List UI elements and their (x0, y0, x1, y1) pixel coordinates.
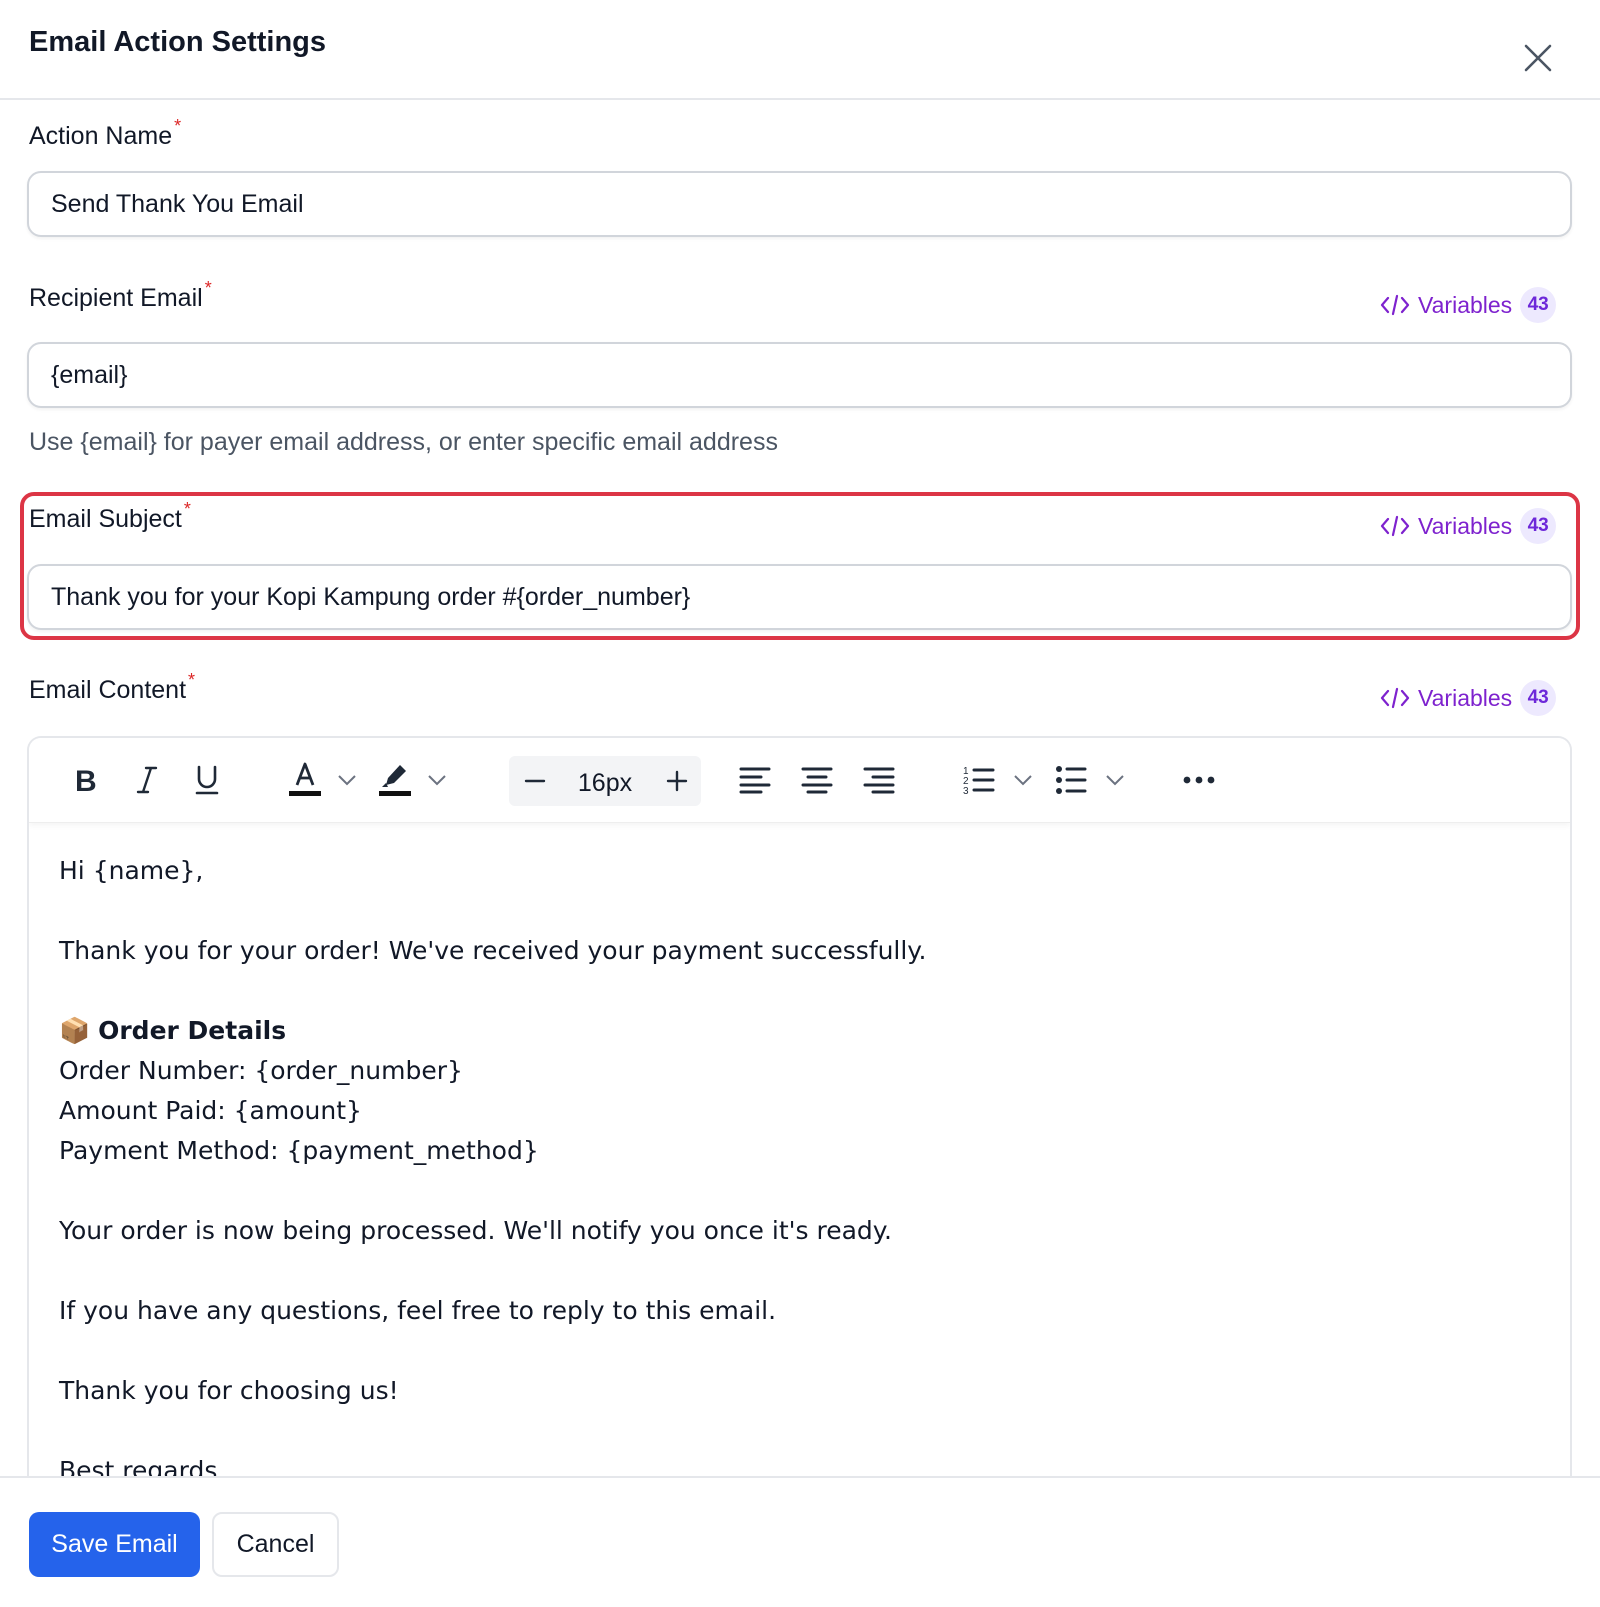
font-size-control: 16px (509, 756, 701, 806)
ordered-list-dropdown[interactable] (1011, 760, 1035, 800)
text-color-button[interactable] (285, 760, 325, 800)
dialog-footer: Save Email Cancel (0, 1476, 1600, 1607)
code-icon (1380, 515, 1410, 537)
bold-button[interactable]: B (65, 760, 105, 800)
order-number-line: Order Number: {order_number} (59, 1056, 463, 1085)
chevron-down-icon (428, 775, 446, 786)
chevron-down-icon (1106, 775, 1124, 786)
increase-font-icon (666, 770, 688, 792)
email-content-label-text: Email Content (29, 676, 187, 704)
more-options-button[interactable] (1179, 760, 1219, 800)
italic-button[interactable] (127, 760, 167, 800)
dialog-title: Email Action Settings (29, 26, 327, 58)
variables-label: Variables (1418, 512, 1513, 539)
action-name-input[interactable]: Send Thank You Email (27, 171, 1572, 237)
text-color-dropdown[interactable] (335, 760, 359, 800)
align-center-button[interactable] (797, 760, 837, 800)
email-content-label: Email Content * (29, 670, 195, 705)
content-greeting: Hi {name}, (59, 856, 204, 885)
text-color-icon (289, 762, 321, 796)
variables-count-badge: 43 (1520, 287, 1557, 323)
amount-paid-line: Amount Paid: {amount} (59, 1096, 362, 1125)
underline-button[interactable] (187, 760, 227, 800)
close-button[interactable] (1518, 38, 1558, 78)
subject-variables-button[interactable]: Variables 43 (1380, 508, 1557, 544)
close-icon (1524, 44, 1552, 72)
cancel-button[interactable]: Cancel (212, 1512, 339, 1577)
email-subject-input[interactable]: Thank you for your Kopi Kampung order #{… (27, 564, 1572, 630)
content-paragraph: Thank you for choosing us! (59, 1376, 399, 1405)
required-mark: * (188, 670, 196, 690)
payment-method-line: Payment Method: {payment_method} (59, 1136, 539, 1165)
content-paragraph: If you have any questions, feel free to … (59, 1296, 777, 1325)
bullet-list-dropdown[interactable] (1103, 760, 1127, 800)
code-icon (1380, 687, 1410, 709)
recipient-email-hint: Use {email} for payer email address, or … (29, 428, 778, 456)
required-mark: * (204, 278, 212, 298)
variables-count-badge: 43 (1520, 680, 1557, 716)
variables-label: Variables (1418, 684, 1513, 711)
ordered-list-button[interactable]: 123 (959, 760, 999, 800)
code-icon (1380, 294, 1410, 316)
action-name-label: Action Name * (29, 116, 181, 151)
package-icon: 📦 (59, 1016, 91, 1045)
editor-content[interactable]: Hi {name}, Thank you for your order! We'… (59, 851, 1539, 1476)
email-subject-label: Email Subject * (29, 499, 191, 534)
required-mark: * (174, 116, 182, 136)
content-signoff: Best regards, (59, 1456, 226, 1476)
order-details-heading-text: Order Details (98, 1016, 287, 1045)
increase-font-button[interactable] (657, 761, 697, 801)
save-email-button[interactable]: Save Email (29, 1512, 200, 1577)
ordered-list-icon: 123 (963, 766, 995, 796)
variables-count-badge: 43 (1520, 508, 1557, 544)
rich-text-editor: B 16px 1 2 3 Hi {name}, Thank you for yo… (27, 736, 1572, 1476)
highlight-dropdown[interactable] (425, 760, 449, 800)
order-details-heading: 📦 Order Details (59, 1011, 1539, 1051)
email-subject-label-text: Email Subject (29, 505, 182, 533)
font-size-value[interactable]: 16px (559, 756, 651, 806)
underline-icon (195, 765, 219, 795)
highlight-icon (379, 765, 411, 796)
chevron-down-icon (1014, 775, 1032, 786)
content-variables-button[interactable]: Variables 43 (1380, 680, 1557, 716)
align-right-button[interactable] (859, 760, 899, 800)
required-mark: * (183, 499, 191, 519)
align-center-icon (801, 767, 833, 794)
align-left-icon (739, 767, 771, 794)
svg-text:B: B (75, 765, 97, 795)
content-paragraph: Thank you for your order! We've received… (59, 936, 927, 965)
bullet-list-button[interactable] (1051, 760, 1091, 800)
editor-toolbar: B 16px 1 2 3 (29, 738, 1570, 823)
chevron-down-icon (338, 775, 356, 786)
dialog-header: Email Action Settings (0, 0, 1600, 100)
action-name-label-text: Action Name (29, 122, 173, 150)
italic-icon (136, 766, 158, 794)
recipient-email-label-text: Recipient Email (29, 284, 203, 312)
decrease-font-icon (524, 779, 546, 783)
variables-label: Variables (1418, 291, 1513, 318)
align-left-button[interactable] (735, 760, 775, 800)
recipient-variables-button[interactable]: Variables 43 (1380, 287, 1557, 323)
highlight-button[interactable] (375, 760, 415, 800)
recipient-email-input[interactable]: {email} (27, 342, 1572, 408)
more-icon (1183, 776, 1215, 784)
align-right-icon (863, 767, 895, 794)
content-paragraph: Your order is now being processed. We'll… (59, 1216, 892, 1245)
bold-icon: B (75, 765, 97, 795)
decrease-font-button[interactable] (515, 761, 555, 801)
recipient-email-label: Recipient Email * (29, 278, 212, 313)
svg-text:3: 3 (963, 786, 969, 796)
bullet-list-icon (1056, 766, 1087, 794)
